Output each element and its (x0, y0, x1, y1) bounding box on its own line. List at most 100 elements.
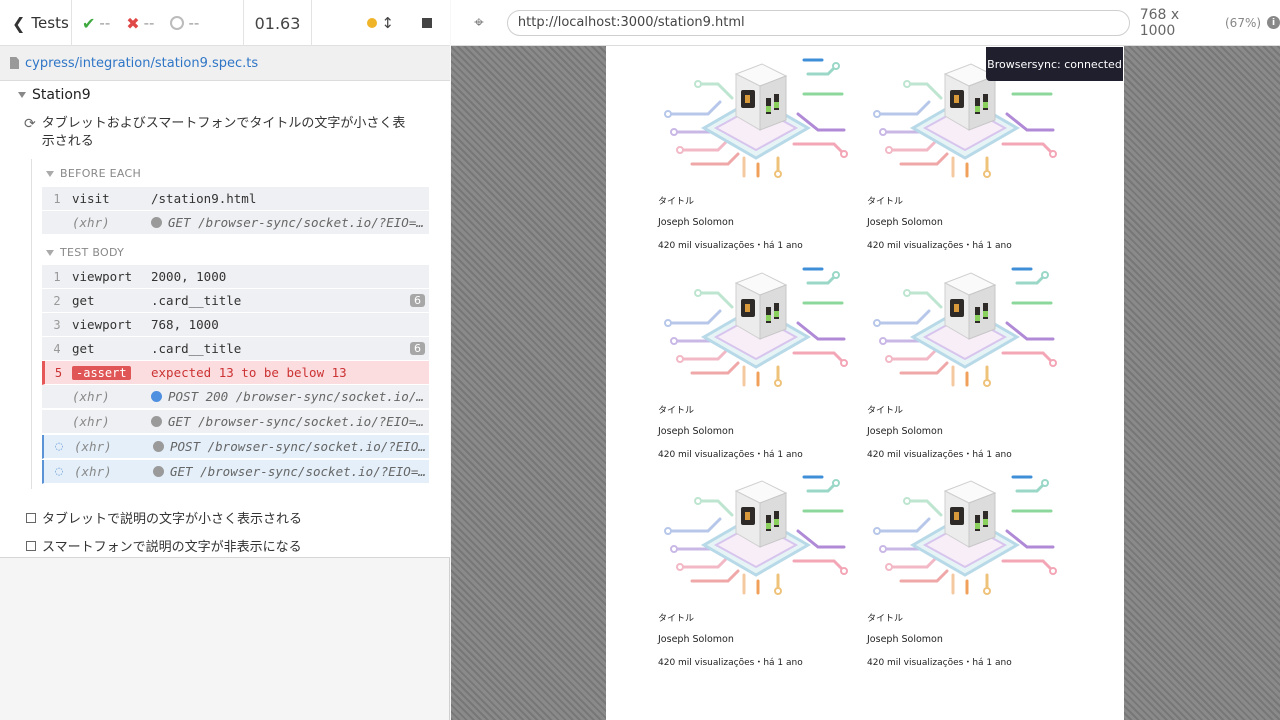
checkbox-icon (26, 512, 36, 523)
command-viewport[interactable]: 3 viewport 768, 1000 (42, 313, 429, 337)
spinner-icon: ◌ (55, 464, 63, 479)
card-thumbnail[interactable] (658, 471, 854, 595)
command-message: expected 13 to be below 13 (151, 365, 347, 380)
chevron-left-icon: ❮ (12, 13, 26, 33)
card-title: タイトル (658, 614, 695, 624)
card-title: タイトル (658, 406, 695, 416)
command-name: viewport (72, 269, 133, 284)
command-message: .card__title (151, 293, 242, 308)
reporter-header: ❮ Tests ✔ -- ✖ -- -- 01.63 ↕ (0, 0, 450, 46)
command-name: (xhr) (72, 414, 110, 429)
element-count-badge: 6 (410, 294, 425, 307)
test-label: タブレットで説明の文字が小さく表示される (42, 512, 303, 527)
command-name: get (72, 293, 95, 308)
stop-icon[interactable] (422, 18, 432, 28)
caret-down-icon (46, 170, 54, 177)
command-name: (xhr) (72, 389, 110, 404)
status-dot-icon (153, 466, 164, 477)
app-frame: タイトル Joseph Solomon 420 mil visualizações・… (606, 46, 1124, 720)
command-assert-failed[interactable]: 5 -assert expected 13 to be below 13 (42, 361, 429, 385)
video-card[interactable]: タイトル Joseph Solomon 420 mil visualizações・… (658, 54, 854, 251)
card-author: Joseph Solomon (658, 426, 734, 437)
pending-stat: -- (170, 14, 199, 32)
video-card[interactable]: タイトル Joseph Solomon 420 mil visualizações・… (658, 263, 854, 460)
video-card[interactable]: タイトル Joseph Solomon 420 mil visualizações・… (867, 54, 1063, 251)
command-get[interactable]: 4 get .card__title 6 (42, 337, 429, 361)
card-title: タイトル (658, 197, 695, 207)
x-icon: ✖ (126, 13, 140, 33)
caret-down-icon (46, 249, 54, 256)
suite-title[interactable]: Station9 (18, 87, 91, 103)
command-visit[interactable]: 1 visit /station9.html (42, 187, 429, 211)
stats: ✔ -- ✖ -- -- (72, 0, 244, 46)
suite-name: Station9 (32, 87, 91, 103)
dot-icon (367, 18, 378, 28)
card-thumbnail[interactable] (867, 263, 1063, 387)
command-xhr[interactable]: (xhr) GET /browser-sync/socket.io/?EIO=… (42, 211, 429, 235)
command-xhr[interactable]: (xhr) POST 200 /browser-sync/socket.io/… (42, 385, 429, 409)
command-message: GET /browser-sync/socket.io/?EIO=… (168, 215, 424, 230)
card-thumbnail[interactable] (867, 471, 1063, 595)
card-author: Joseph Solomon (658, 634, 734, 645)
video-card[interactable]: タイトル Joseph Solomon 420 mil visualizações・… (867, 263, 1063, 460)
card-title: タイトル (867, 614, 904, 624)
up-down-arrows-icon: ↕ (381, 14, 394, 32)
command-message: /station9.html (151, 191, 257, 206)
command-number: 2 (53, 293, 61, 308)
command-number: 4 (53, 341, 61, 356)
card-meta: 420 mil visualizações・há 1 ano (867, 241, 1012, 251)
failed-count: -- (143, 14, 155, 32)
command-number: 3 (53, 317, 61, 332)
command-name: viewport (72, 317, 133, 332)
command-viewport[interactable]: 1 viewport 2000, 1000 (42, 265, 429, 289)
card-meta: 420 mil visualizações・há 1 ano (867, 450, 1012, 460)
auto-scroll-toggle[interactable]: ↕ (367, 14, 394, 32)
aut-stage: タイトル Joseph Solomon 420 mil visualizações・… (451, 46, 1280, 720)
failed-stat: ✖ -- (126, 14, 154, 33)
card-author: Joseph Solomon (867, 426, 943, 437)
command-name: (xhr) (74, 439, 112, 454)
divider (31, 159, 32, 489)
viewport-size: 768 x 1000 (1139, 6, 1180, 39)
card-thumbnail[interactable] (658, 263, 854, 387)
pending-test[interactable]: タブレットで説明の文字が小さく表示される (26, 508, 302, 527)
card-title: タイトル (867, 406, 904, 416)
info-icon[interactable]: i (1267, 16, 1280, 29)
tests-label: Tests (31, 14, 69, 32)
video-card[interactable]: タイトル Joseph Solomon 420 mil visualizações・… (658, 471, 854, 668)
command-message: GET /browser-sync/socket.io/?EIO=… (170, 464, 426, 479)
command-message: POST /browser-sync/socket.io/?EIO… (170, 439, 426, 454)
card-thumbnail[interactable] (658, 54, 854, 178)
caret-down-icon (18, 92, 26, 98)
test-body-hook[interactable]: TEST BODY (46, 246, 124, 259)
before-each-hook[interactable]: BEFORE EACH (46, 167, 141, 180)
spec-file-bar: cypress/integration/station9.spec.ts (0, 46, 450, 81)
url-bar[interactable]: http://localhost:3000/station9.html (506, 9, 1130, 36)
card-meta: 420 mil visualizações・há 1 ano (658, 241, 803, 251)
command-message: 768, 1000 (151, 317, 219, 332)
pending-test[interactable]: スマートフォンで説明の文字が非表示になる (26, 536, 302, 555)
duration: 01.63 (244, 0, 312, 46)
check-icon: ✔ (82, 13, 96, 33)
crosshair-icon[interactable]: ⌖ (451, 13, 507, 33)
element-count-badge: 6 (410, 342, 425, 355)
card-meta: 420 mil visualizações・há 1 ano (658, 450, 803, 460)
command-xhr-pending[interactable]: ◌ (xhr) POST /browser-sync/socket.io/?EI… (42, 435, 429, 459)
tests-button[interactable]: ❮ Tests (0, 0, 72, 46)
status-dot-icon (151, 217, 162, 228)
spinner-icon: ◌ (55, 439, 63, 454)
test-tree: Station9 ⟳ タブレットおよびスマートフォンでタイトルの文字が小さく表示… (0, 81, 450, 558)
card-author: Joseph Solomon (658, 217, 734, 228)
command-xhr[interactable]: (xhr) GET /browser-sync/socket.io/?EIO=… (42, 410, 429, 434)
refresh-icon: ⟳ (24, 116, 36, 132)
assert-tag: -assert (72, 366, 131, 380)
video-card[interactable]: タイトル Joseph Solomon 420 mil visualizações・… (867, 471, 1063, 668)
status-dot-icon (153, 441, 164, 452)
command-get[interactable]: 2 get .card__title 6 (42, 289, 429, 313)
command-name: visit (72, 191, 110, 206)
browsersync-notification: Browsersync: connected (986, 47, 1123, 81)
status-dot-icon (151, 416, 162, 427)
active-test-title[interactable]: ⟳ タブレットおよびスマートフォンでタイトルの文字が小さく表示される (24, 115, 414, 151)
spec-file-link[interactable]: cypress/integration/station9.spec.ts (25, 56, 258, 71)
command-xhr-pending[interactable]: ◌ (xhr) GET /browser-sync/socket.io/?EIO… (42, 460, 429, 484)
